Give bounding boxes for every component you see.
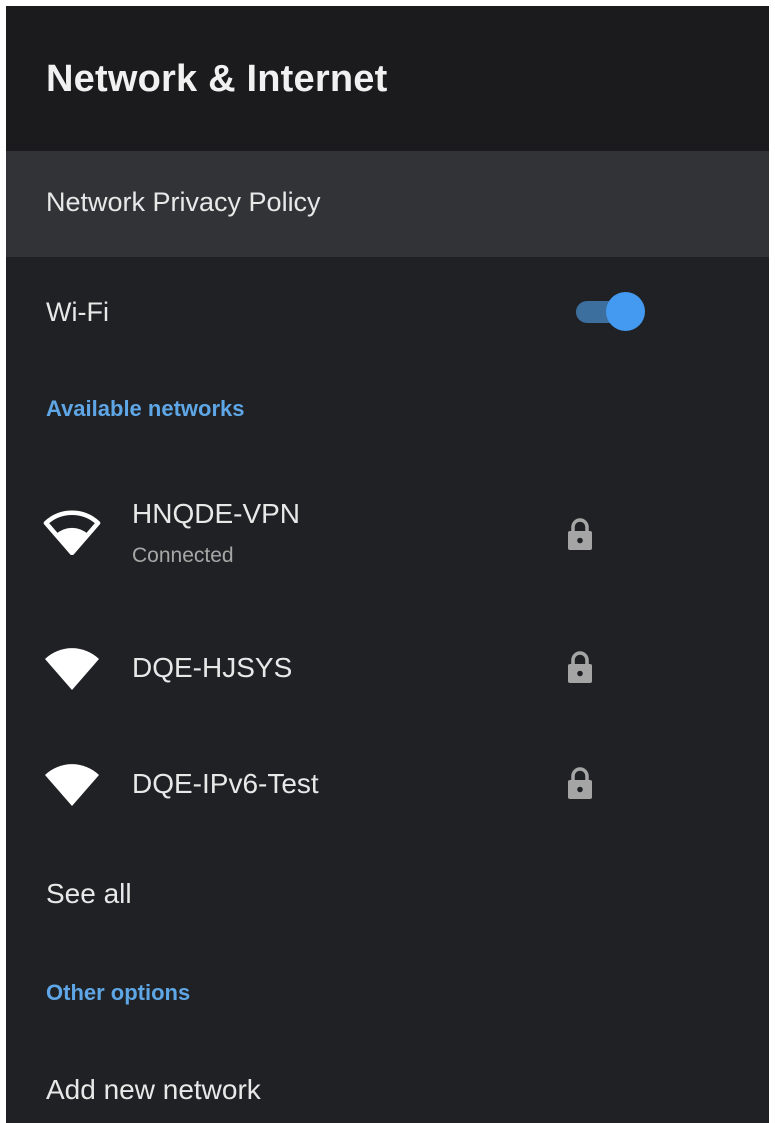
network-name: DQE-HJSYS: [132, 652, 293, 683]
page-title: Network & Internet: [46, 58, 388, 100]
lock-icon: [568, 518, 592, 550]
other-options-header: Other options: [46, 980, 191, 1005]
network-item-dqe-ipv6-test[interactable]: DQE-IPv6-Test: [6, 726, 769, 836]
available-networks-header: Available networks: [46, 396, 245, 421]
network-item-hnqde-vpn[interactable]: HNQDE-VPN Connected: [6, 464, 769, 574]
settings-screen: Network & Internet Network Privacy Polic…: [6, 6, 769, 1123]
network-privacy-policy-item[interactable]: Network Privacy Policy: [6, 151, 769, 257]
lock-icon: [568, 767, 592, 799]
network-privacy-policy-label: Network Privacy Policy: [46, 187, 321, 217]
toggle-thumb: [606, 292, 645, 331]
wifi-toggle-switch[interactable]: [573, 292, 645, 332]
network-item-dqe-hjsys[interactable]: DQE-HJSYS: [6, 610, 769, 720]
network-name: HNQDE-VPN: [132, 498, 301, 529]
wifi-toggle-row[interactable]: Wi-Fi: [6, 257, 769, 365]
wifi-label: Wi-Fi: [46, 297, 109, 327]
lock-icon: [568, 651, 592, 683]
network-status: Connected: [132, 544, 234, 567]
wifi-signal-icon: [45, 764, 99, 806]
network-name: DQE-IPv6-Test: [132, 768, 319, 799]
wifi-signal-icon: [45, 648, 99, 690]
wifi-signal-icon: [43, 510, 101, 555]
see-all-item[interactable]: See all: [46, 878, 132, 910]
header: Network & Internet: [6, 6, 769, 151]
add-new-network-item[interactable]: Add new network: [46, 1074, 261, 1106]
